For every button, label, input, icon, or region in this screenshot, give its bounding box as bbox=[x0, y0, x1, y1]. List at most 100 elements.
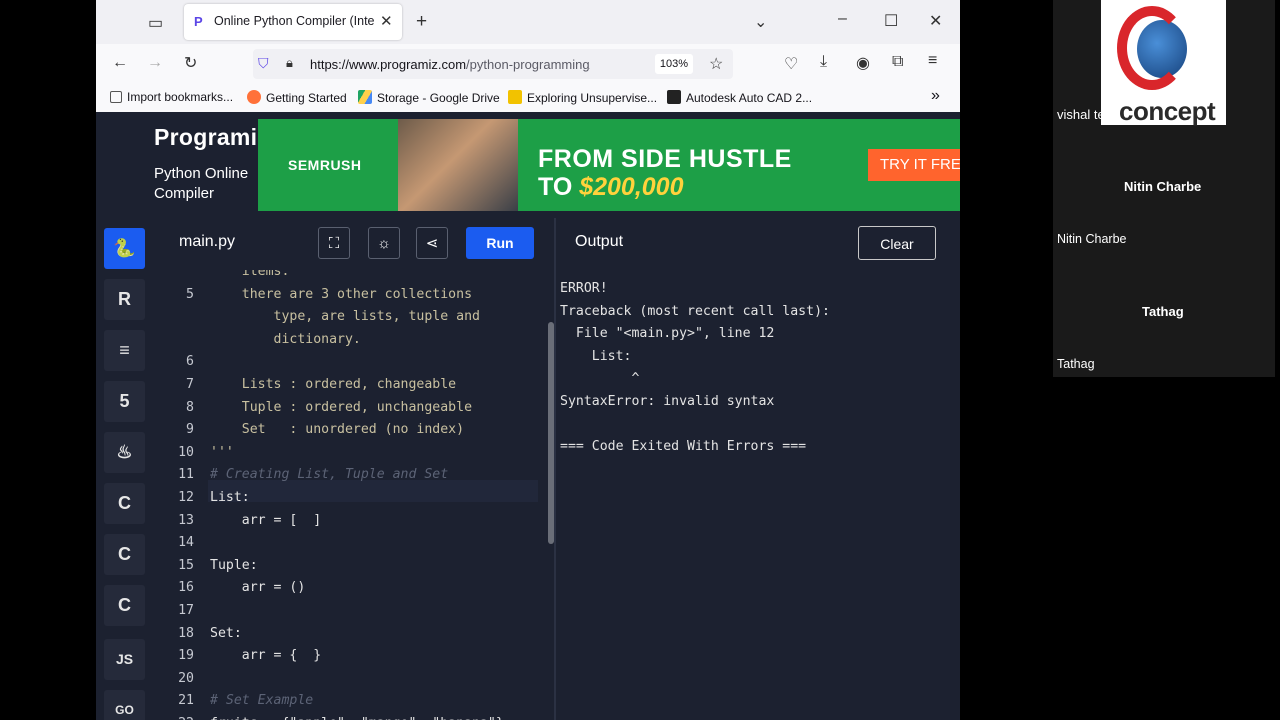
bookmark-exploring[interactable]: Exploring Unsupervise... bbox=[508, 90, 657, 105]
code-line[interactable]: arr = () bbox=[210, 580, 306, 595]
line-number: 16 bbox=[178, 580, 194, 596]
code-line[interactable]: there are 3 other collections bbox=[210, 287, 472, 302]
fullscreen-icon[interactable]: ⛶ bbox=[318, 227, 350, 259]
code-line[interactable]: List: bbox=[210, 490, 250, 505]
code-line[interactable]: Lists : ordered, changeable bbox=[210, 377, 456, 392]
output-title: Output bbox=[575, 233, 624, 250]
tab-list-icon[interactable]: ▭ bbox=[148, 13, 163, 33]
output-toolbar: Output Clear bbox=[556, 218, 960, 270]
menu-icon[interactable]: ≡ bbox=[928, 52, 937, 70]
maximize-icon[interactable]: ☐ bbox=[884, 11, 898, 31]
shield-icon[interactable]: ⛉ bbox=[258, 55, 269, 72]
bookmark-import[interactable]: Import bookmarks... bbox=[110, 90, 233, 104]
output-line: SyntaxError: invalid syntax bbox=[560, 394, 775, 409]
output-console: ERROR! Traceback (most recent call last):… bbox=[556, 270, 960, 720]
tab-title: Online Python Compiler (Interp bbox=[214, 14, 374, 28]
participant-name: Tathag bbox=[1057, 357, 1095, 371]
more-bookmarks-icon[interactable]: » bbox=[931, 87, 940, 105]
browser-tab[interactable]: P Online Python Compiler (Interp ✕ bbox=[184, 4, 402, 40]
concept-logo: concept bbox=[1101, 0, 1226, 126]
bookmark-getting-started[interactable]: Getting Started bbox=[247, 90, 347, 105]
code-line[interactable]: # Creating List, Tuple and Set bbox=[210, 467, 448, 482]
java-icon[interactable]: ♨ bbox=[104, 432, 145, 473]
forward-icon[interactable]: → bbox=[147, 54, 163, 72]
run-button[interactable]: Run bbox=[466, 227, 534, 259]
reload-icon[interactable]: ↻ bbox=[184, 53, 197, 73]
code-line[interactable]: dictionary. bbox=[210, 332, 361, 347]
csharp-icon[interactable]: C bbox=[104, 585, 145, 626]
language-sidebar: 🐍 R ≡ 5 ♨ C C C JS GO bbox=[96, 218, 154, 720]
account-icon[interactable]: ◉ bbox=[856, 53, 870, 73]
line-number: 5 bbox=[186, 286, 194, 302]
code-line[interactable]: arr = { } bbox=[210, 648, 321, 663]
share-icon[interactable]: ⋖ bbox=[416, 227, 448, 259]
ad-headline: FROM SIDE HUSTLE bbox=[538, 145, 792, 173]
sql-icon[interactable]: ≡ bbox=[104, 330, 145, 371]
file-name[interactable]: main.py bbox=[179, 233, 235, 251]
output-line: ^ bbox=[560, 371, 640, 387]
k-icon bbox=[508, 90, 522, 104]
page-subtitle: Python Online Compiler bbox=[154, 165, 249, 202]
chevron-down-icon[interactable]: ⌄ bbox=[754, 12, 767, 32]
browser-window: ▭ P Online Python Compiler (Interp ✕ + ⌄… bbox=[96, 0, 960, 720]
participant-name: vishal teli bbox=[1057, 107, 1111, 122]
code-line[interactable]: Tuple: bbox=[210, 558, 258, 573]
c-icon[interactable]: C bbox=[104, 483, 145, 524]
code-line[interactable]: Tuple : ordered, unchangeable bbox=[210, 400, 472, 415]
programiz-favicon-icon: P bbox=[194, 14, 203, 29]
ad-photo bbox=[398, 119, 518, 211]
editor-toolbar: main.py ⛶ ☼ ⋖ Run bbox=[154, 218, 556, 270]
theme-toggle-icon[interactable]: ☼ bbox=[368, 227, 400, 259]
code-line[interactable]: Set: bbox=[210, 626, 242, 641]
zoom-level[interactable]: 103% bbox=[655, 54, 693, 74]
bookmark-autodesk[interactable]: Autodesk Auto CAD 2... bbox=[667, 90, 812, 105]
firefox-icon bbox=[247, 90, 261, 104]
javascript-icon[interactable]: JS bbox=[104, 639, 145, 680]
programiz-logo[interactable]: Programiz bbox=[154, 124, 269, 151]
tab-close-icon[interactable]: ✕ bbox=[380, 12, 393, 30]
output-line: === Code Exited With Errors === bbox=[560, 439, 807, 455]
download-icon[interactable]: ⤓ bbox=[820, 53, 827, 71]
line-number: 20 bbox=[178, 670, 194, 686]
go-icon[interactable]: GO bbox=[104, 690, 145, 720]
ad-cta-button[interactable]: TRY IT FREE bbox=[868, 149, 960, 181]
code-line[interactable]: fruits = {"apple", "mango", "banana"} bbox=[210, 716, 504, 720]
code-line[interactable]: arr = [ ] bbox=[210, 513, 321, 528]
participant-name: Nitin Charbe bbox=[1124, 179, 1202, 194]
extensions-icon[interactable]: ⧉ bbox=[892, 53, 903, 71]
url-bar[interactable]: ⛉ 🔒︎ https://www.programiz.com/python-pr… bbox=[253, 49, 733, 79]
code-line[interactable]: items: bbox=[210, 270, 290, 279]
back-icon[interactable]: ← bbox=[112, 54, 128, 72]
line-number: 7 bbox=[186, 377, 194, 392]
code-line[interactable]: # Set Example bbox=[210, 693, 313, 708]
line-number: 22 bbox=[154, 716, 194, 720]
bookmark-google-drive[interactable]: Storage - Google Drive bbox=[358, 90, 500, 105]
bookmark-star-icon[interactable]: ☆ bbox=[709, 54, 723, 74]
current-line-highlight bbox=[208, 480, 538, 502]
semrush-ad-banner[interactable]: SEMRUSH FROM SIDE HUSTLE TO $200,000 TRY… bbox=[258, 119, 960, 211]
code-line[interactable]: ''' bbox=[210, 445, 234, 460]
lock-icon[interactable]: 🔒︎ bbox=[286, 55, 293, 71]
pocket-icon[interactable]: ♡ bbox=[784, 54, 798, 74]
output-line: List: bbox=[560, 348, 632, 364]
line-number: 8 bbox=[186, 399, 194, 415]
output-line: Traceback (most recent call last): bbox=[560, 303, 830, 319]
html-icon[interactable]: 5 bbox=[104, 381, 145, 422]
clear-button[interactable]: Clear bbox=[858, 226, 936, 260]
ad-headline-amount: TO $200,000 bbox=[538, 173, 684, 201]
url-text[interactable]: https://www.programiz.com/python-program… bbox=[310, 57, 590, 72]
code-line[interactable]: Set : unordered (no index) bbox=[210, 422, 464, 437]
line-number: 19 bbox=[178, 648, 194, 664]
google-drive-icon bbox=[358, 90, 372, 104]
new-tab-icon[interactable]: + bbox=[416, 11, 427, 33]
output-line: ERROR! bbox=[560, 281, 608, 296]
line-number: 17 bbox=[178, 603, 194, 618]
r-icon[interactable]: R bbox=[104, 279, 145, 320]
window-close-icon[interactable]: ✕ bbox=[929, 11, 942, 31]
cpp-icon[interactable]: C bbox=[104, 534, 145, 575]
line-number: 14 bbox=[178, 535, 194, 551]
code-line[interactable]: type, are lists, tuple and bbox=[210, 309, 480, 324]
code-editor[interactable]: items: 5 there are 3 other collections ty… bbox=[154, 270, 554, 720]
minimize-icon[interactable]: – bbox=[838, 10, 847, 28]
python-icon[interactable]: 🐍 bbox=[104, 228, 145, 269]
